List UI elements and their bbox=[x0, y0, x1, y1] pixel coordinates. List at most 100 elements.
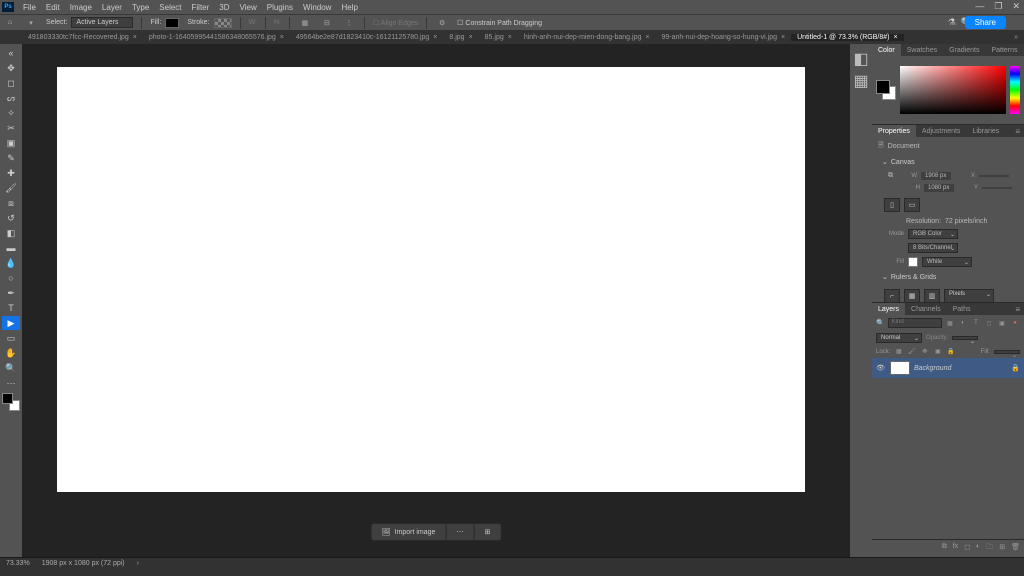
hue-slider[interactable] bbox=[1010, 66, 1020, 114]
tab-adjustments[interactable]: Adjustments bbox=[916, 125, 967, 137]
doc-tab[interactable]: 491803330tc7fcc-Recovered.jpg× bbox=[22, 34, 143, 41]
import-image-button[interactable]: 🖼 Import image bbox=[372, 524, 447, 540]
delete-layer-icon[interactable]: 🗑 bbox=[1011, 543, 1020, 554]
home-icon[interactable]: ⌂ bbox=[4, 17, 16, 29]
stroke-swatch[interactable] bbox=[214, 18, 232, 28]
fill-swatch[interactable] bbox=[165, 18, 179, 28]
move-tool[interactable]: ✥ bbox=[2, 61, 20, 75]
doc-tab[interactable]: 99-anh-nui-dep-hoang-so-hung-vi.jpg× bbox=[655, 34, 791, 41]
eyedropper-tool[interactable]: ✎ bbox=[2, 151, 20, 165]
orientation-portrait-button[interactable]: ▯ bbox=[884, 198, 900, 212]
panel-menu-icon[interactable]: ≡ bbox=[1015, 305, 1020, 314]
close-tab-icon[interactable]: × bbox=[781, 34, 785, 41]
brush-tool[interactable]: 🖌 bbox=[2, 181, 20, 195]
menu-help[interactable]: Help bbox=[336, 3, 362, 12]
layer-fill-field[interactable] bbox=[994, 350, 1020, 354]
tab-channels[interactable]: Channels bbox=[905, 303, 947, 315]
panel-menu-icon[interactable]: ≡ bbox=[1015, 127, 1020, 136]
close-icon[interactable]: ✕ bbox=[1012, 1, 1020, 12]
beaker-icon[interactable]: ⚗ bbox=[948, 17, 956, 28]
filter-toggle-icon[interactable]: ● bbox=[1010, 318, 1020, 328]
menu-file[interactable]: File bbox=[18, 3, 41, 12]
edit-toolbar-icon[interactable]: ⋯ bbox=[2, 376, 20, 390]
path-ops-icon[interactable]: ▦ bbox=[298, 16, 312, 30]
layer-name[interactable]: Background bbox=[914, 365, 951, 372]
blend-mode-dropdown[interactable]: Normal bbox=[876, 333, 922, 343]
tab-gradients[interactable]: Gradients bbox=[943, 44, 985, 56]
wand-tool[interactable]: ✧ bbox=[2, 106, 20, 120]
doc-tab[interactable]: 49564be2e87d1823410c-16121125780.jpg× bbox=[290, 34, 443, 41]
pen-tool[interactable]: ✒ bbox=[2, 286, 20, 300]
panel-icon[interactable]: ◧ bbox=[854, 52, 868, 66]
shape-tool[interactable]: ▭ bbox=[2, 331, 20, 345]
tab-swatches[interactable]: Swatches bbox=[901, 44, 943, 56]
lock-icon[interactable]: 🔒 bbox=[1011, 364, 1020, 372]
tab-layers[interactable]: Layers bbox=[872, 303, 905, 315]
filter-type-icon[interactable]: T bbox=[971, 318, 981, 328]
mode-dropdown[interactable]: RGB Color bbox=[908, 229, 958, 239]
filter-shape-icon[interactable]: ◻ bbox=[984, 318, 994, 328]
opacity-field[interactable] bbox=[952, 336, 978, 340]
close-tab-icon[interactable]: × bbox=[893, 34, 897, 41]
visibility-eye-icon[interactable]: 👁 bbox=[876, 364, 886, 372]
dodge-tool[interactable]: ○ bbox=[2, 271, 20, 285]
close-tab-icon[interactable]: × bbox=[280, 34, 284, 41]
lock-artboard-icon[interactable]: ▣ bbox=[933, 347, 942, 356]
lock-position-icon[interactable]: ✥ bbox=[920, 347, 929, 356]
path-select-tool[interactable]: ▶ bbox=[2, 316, 20, 330]
layer-thumbnail[interactable] bbox=[890, 361, 910, 375]
close-tab-icon[interactable]: × bbox=[645, 34, 649, 41]
lock-transparency-icon[interactable]: ▦ bbox=[894, 347, 903, 356]
align-edges-checkbox[interactable]: ☐ Align Edges bbox=[373, 19, 418, 27]
lock-all-icon[interactable]: 🔒 bbox=[946, 347, 955, 356]
history-brush-tool[interactable]: ↺ bbox=[2, 211, 20, 225]
color-picker[interactable] bbox=[900, 66, 1006, 114]
crop-tool[interactable]: ✂ bbox=[2, 121, 20, 135]
fill-dropdown[interactable]: White bbox=[922, 257, 972, 267]
menu-3d[interactable]: 3D bbox=[214, 3, 234, 12]
guides-toggle-button[interactable]: ▥ bbox=[924, 289, 940, 302]
menu-edit[interactable]: Edit bbox=[41, 3, 65, 12]
orientation-landscape-button[interactable]: ▭ bbox=[904, 198, 920, 212]
rulers-toggle-button[interactable]: ⌐ bbox=[884, 289, 900, 302]
gradient-tool[interactable]: ▬ bbox=[2, 241, 20, 255]
tab-patterns[interactable]: Patterns bbox=[985, 44, 1023, 56]
adjustment-layer-icon[interactable]: ◐ bbox=[976, 543, 980, 554]
collapse-arrows-icon[interactable]: « bbox=[2, 46, 20, 60]
doc-tab-active[interactable]: Untitled-1 @ 73.3% (RGB/8#)× bbox=[791, 34, 903, 41]
tab-properties[interactable]: Properties bbox=[872, 125, 916, 137]
menu-filter[interactable]: Filter bbox=[187, 3, 215, 12]
tab-paths[interactable]: Paths bbox=[947, 303, 977, 315]
restore-icon[interactable]: ❐ bbox=[994, 1, 1002, 12]
share-button[interactable]: Share bbox=[965, 16, 1006, 29]
marquee-tool[interactable]: ◻ bbox=[2, 76, 20, 90]
canvas[interactable] bbox=[57, 67, 805, 492]
y-field[interactable] bbox=[982, 187, 1012, 189]
doc-tab[interactable]: 8.jpg× bbox=[443, 34, 478, 41]
panel-icon[interactable]: ▦ bbox=[854, 74, 868, 88]
close-tab-icon[interactable]: × bbox=[433, 34, 437, 41]
lasso-tool[interactable]: ᔕ bbox=[2, 91, 20, 105]
menu-select[interactable]: Select bbox=[154, 3, 186, 12]
properties-icon[interactable]: ⊞ bbox=[474, 524, 500, 540]
hand-tool[interactable]: ✋ bbox=[2, 346, 20, 360]
doc-tab[interactable]: hinh-anh-nui-dep-mien-dong-bang.jpg× bbox=[518, 34, 656, 41]
fg-bg-color-swatch[interactable] bbox=[876, 80, 896, 100]
constrain-checkbox[interactable]: ☐ Constrain Path Dragging bbox=[457, 19, 542, 27]
filter-smart-icon[interactable]: ▣ bbox=[997, 318, 1007, 328]
lock-pixels-icon[interactable]: 🖌 bbox=[907, 347, 916, 356]
menu-image[interactable]: Image bbox=[65, 3, 97, 12]
rulers-unit-dropdown[interactable]: Pixels bbox=[944, 289, 994, 302]
width-field[interactable]: 1908 px bbox=[921, 172, 951, 180]
doc-tab[interactable]: 85.jpg× bbox=[479, 34, 518, 41]
fill-color-swatch[interactable] bbox=[908, 257, 918, 267]
fg-bg-swatch[interactable] bbox=[2, 393, 20, 411]
x-field[interactable] bbox=[979, 175, 1009, 177]
heal-tool[interactable]: ✚ bbox=[2, 166, 20, 180]
filter-adjust-icon[interactable]: ◐ bbox=[958, 318, 968, 328]
filter-pixel-icon[interactable]: ▦ bbox=[945, 318, 955, 328]
menu-layer[interactable]: Layer bbox=[97, 3, 127, 12]
zoom-level[interactable]: 73.33% bbox=[6, 560, 30, 567]
zoom-tool[interactable]: 🔍 bbox=[2, 361, 20, 375]
tab-libraries[interactable]: Libraries bbox=[966, 125, 1005, 137]
